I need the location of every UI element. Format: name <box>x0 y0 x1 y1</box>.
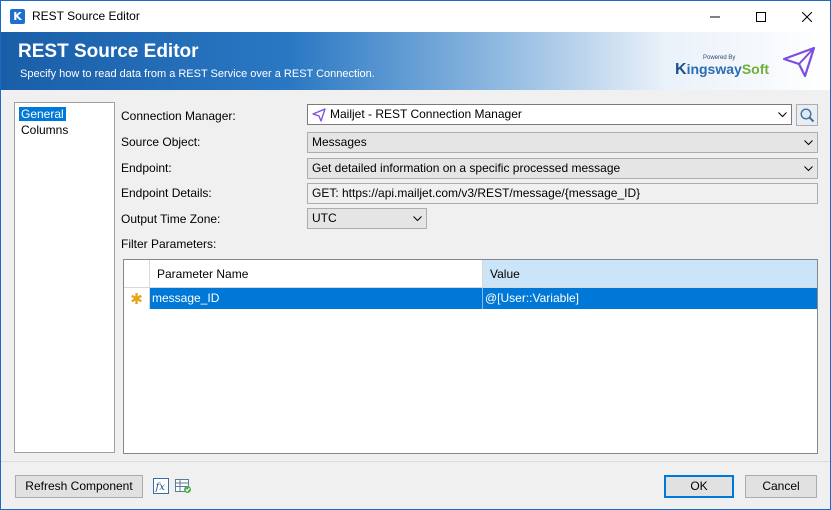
connection-manager-select[interactable]: Mailjet - REST Connection Manager <box>307 104 792 125</box>
expression-fx-icon[interactable]: fx <box>153 478 169 494</box>
minimize-icon <box>710 16 720 17</box>
rest-source-editor-window: K REST Source Editor REST Source Editor … <box>0 0 831 510</box>
column-header-parameter-name[interactable]: Parameter Name <box>150 260 483 288</box>
connection-plane-icon <box>312 108 326 122</box>
connection-manager-label: Connection Manager: <box>121 109 236 123</box>
banner-title: REST Source Editor <box>18 41 199 62</box>
output-time-zone-label: Output Time Zone: <box>121 212 221 226</box>
source-object-label: Source Object: <box>121 135 201 149</box>
endpoint-value: Get detailed information on a specific p… <box>312 161 621 175</box>
browse-connection-button[interactable] <box>796 104 818 126</box>
header-banner: REST Source Editor Specify how to read d… <box>1 32 830 90</box>
parameter-name-cell[interactable]: message_ID <box>150 288 483 309</box>
search-icon <box>800 108 815 123</box>
maximize-button[interactable] <box>738 1 784 32</box>
connection-manager-value: Mailjet - REST Connection Manager <box>330 107 522 121</box>
maximize-icon <box>756 11 766 22</box>
endpoint-label: Endpoint: <box>121 161 172 175</box>
kingsway-app-icon: K <box>10 9 25 24</box>
column-header-value[interactable]: Value <box>483 260 817 288</box>
table-row[interactable]: ✱ message_ID @[User::Variable] <box>124 288 817 309</box>
variable-grid-icon[interactable] <box>175 478 191 494</box>
grid-corner-cell <box>124 260 150 288</box>
source-object-value: Messages <box>312 135 367 149</box>
close-button[interactable] <box>784 1 830 32</box>
chevron-down-icon <box>413 209 422 228</box>
close-icon <box>802 11 812 22</box>
banner-subtitle: Specify how to read data from a REST Ser… <box>20 68 375 80</box>
endpoint-details-label: Endpoint Details: <box>121 186 212 200</box>
title-bar: K REST Source Editor <box>1 1 830 32</box>
window-title: REST Source Editor <box>32 9 140 23</box>
footer-divider <box>1 461 830 462</box>
kingswaysoft-logo: KingswaySoft <box>675 61 770 78</box>
chevron-down-icon <box>804 133 813 152</box>
output-time-zone-value: UTC <box>312 211 337 225</box>
parameter-value-cell[interactable]: @[User::Variable] <box>483 288 817 309</box>
ok-button[interactable]: OK <box>664 475 734 498</box>
page-nav-list: General Columns <box>14 102 115 453</box>
filter-parameters-grid[interactable]: Parameter Name Value ✱ message_ID @[User… <box>123 259 818 454</box>
new-row-asterisk-icon: ✱ <box>124 288 150 309</box>
endpoint-select[interactable]: Get detailed information on a specific p… <box>307 158 818 179</box>
chevron-down-icon <box>804 159 813 178</box>
cancel-button[interactable]: Cancel <box>745 475 817 498</box>
minimize-button[interactable] <box>692 1 738 32</box>
output-time-zone-select[interactable]: UTC <box>307 208 427 229</box>
grid-header: Parameter Name Value <box>124 260 817 288</box>
source-object-select[interactable]: Messages <box>307 132 818 153</box>
nav-item-columns[interactable]: Columns <box>19 123 70 137</box>
nav-item-general[interactable]: General <box>19 107 66 121</box>
paper-plane-icon <box>782 46 816 78</box>
filter-parameters-label: Filter Parameters: <box>121 237 217 251</box>
endpoint-details-field[interactable]: GET: https://api.mailjet.com/v3/REST/mes… <box>307 183 818 204</box>
refresh-component-button[interactable]: Refresh Component <box>15 475 143 498</box>
chevron-down-icon <box>778 105 787 124</box>
svg-text:fx: fx <box>155 482 166 493</box>
